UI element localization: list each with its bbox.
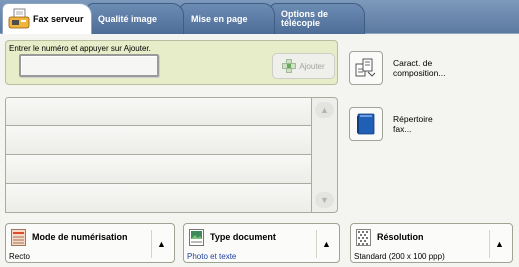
tab-mise-en-page[interactable]: Mise en page bbox=[180, 3, 275, 34]
scroll-up-button[interactable]: ▲ bbox=[315, 102, 334, 118]
scan-mode-expand[interactable]: ▲ bbox=[151, 230, 171, 258]
tab-fax-serveur[interactable]: Fax serveur bbox=[2, 3, 92, 34]
tab-bar: Options de télécopie Mise en page Qualit… bbox=[0, 0, 519, 34]
fax-directory-label: Répertoire fax... bbox=[393, 114, 433, 134]
add-recipient-icon bbox=[282, 59, 297, 73]
recipient-list bbox=[5, 97, 312, 213]
photo-document-icon bbox=[189, 229, 204, 246]
build-job-button[interactable]: Caract. de composition... bbox=[349, 51, 445, 85]
tab-options-line2: télécopie bbox=[281, 18, 321, 28]
add-button-label: Ajouter bbox=[299, 61, 325, 71]
fax-directory-icon bbox=[349, 107, 383, 141]
list-item[interactable] bbox=[5, 126, 312, 155]
chevron-up-icon: ▲ bbox=[157, 239, 166, 249]
build-job-icon bbox=[349, 51, 383, 85]
build-job-label-line2: composition... bbox=[393, 68, 446, 78]
scan-mode-icon bbox=[11, 229, 26, 246]
chevron-up-icon: ▲ bbox=[320, 105, 329, 115]
resolution-value: Standard (200 x 100 ppp) bbox=[354, 252, 445, 261]
chevron-up-icon: ▲ bbox=[495, 239, 504, 249]
scan-mode-title: Mode de numérisation bbox=[32, 232, 128, 242]
entry-instruction: Entrer le numéro et appuyer sur Ajouter. bbox=[9, 44, 151, 53]
scan-mode-button[interactable]: Mode de numérisation Recto ▲ bbox=[5, 223, 175, 263]
resolution-grid-icon bbox=[356, 229, 371, 246]
tab-mise-en-page-label: Mise en page bbox=[191, 14, 248, 24]
list-item[interactable] bbox=[5, 155, 312, 184]
fax-machine-icon bbox=[8, 8, 30, 29]
list-scrollbar[interactable]: ▲ ▼ bbox=[311, 97, 338, 213]
document-type-expand[interactable]: ▲ bbox=[316, 230, 336, 258]
tab-fax-serveur-label: Fax serveur bbox=[33, 14, 84, 24]
list-item[interactable] bbox=[5, 97, 312, 126]
add-button[interactable]: Ajouter bbox=[272, 53, 335, 79]
tab-qualite-image[interactable]: Qualité image bbox=[87, 3, 184, 34]
chevron-up-icon: ▲ bbox=[322, 239, 331, 249]
fax-directory-button[interactable]: Répertoire fax... bbox=[349, 107, 441, 141]
fax-number-field[interactable] bbox=[19, 54, 159, 77]
scan-mode-value: Recto bbox=[9, 252, 30, 261]
tab-options-telecopie[interactable]: Options de télécopie bbox=[270, 3, 365, 34]
resolution-title: Résolution bbox=[377, 232, 424, 242]
list-item[interactable] bbox=[5, 184, 312, 213]
build-job-label-line1: Caract. de bbox=[393, 58, 433, 68]
document-type-value: Photo et texte bbox=[187, 252, 237, 261]
scroll-down-button[interactable]: ▼ bbox=[315, 192, 334, 208]
resolution-button[interactable]: Résolution Standard (200 x 100 ppp) ▲ bbox=[350, 223, 513, 263]
document-type-button[interactable]: Type document Photo et texte ▲ bbox=[183, 223, 340, 263]
tab-qualite-image-label: Qualité image bbox=[98, 14, 158, 24]
chevron-down-icon: ▼ bbox=[320, 195, 329, 205]
document-type-title: Type document bbox=[210, 232, 276, 242]
resolution-expand[interactable]: ▲ bbox=[489, 230, 509, 258]
